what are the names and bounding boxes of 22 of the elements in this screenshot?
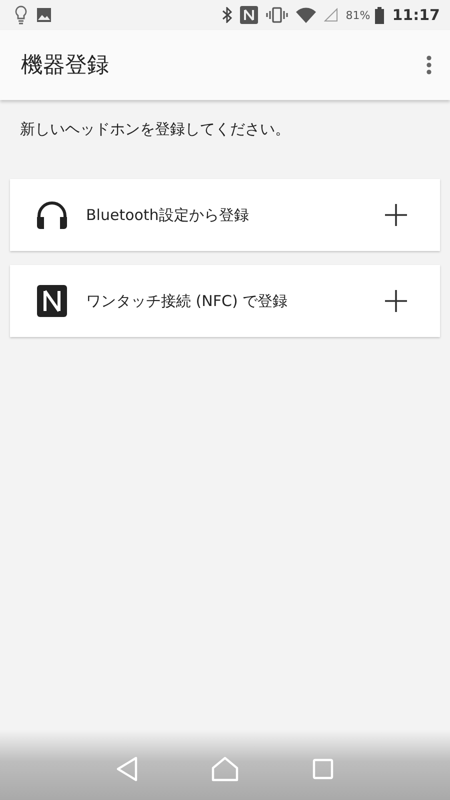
headphones-icon [34, 199, 70, 231]
plus-icon [384, 289, 408, 313]
registration-option[interactable]: Bluetooth設定から登録 [10, 179, 440, 251]
bluetooth-icon [222, 7, 232, 23]
wifi-icon [296, 7, 316, 23]
battery-icon [375, 6, 384, 24]
lightbulb-icon [14, 5, 28, 25]
back-icon[interactable] [116, 756, 138, 782]
vibrate-icon [266, 7, 288, 23]
clock: 11:17 [392, 6, 440, 24]
signal-icon [324, 8, 338, 22]
registration-option[interactable]: ワンタッチ接続 (NFC) で登録 [10, 265, 440, 337]
nfc-icon [34, 284, 70, 318]
more-options-icon[interactable] [426, 55, 432, 75]
plus-icon [384, 203, 408, 227]
instruction-text: 新しいヘッドホンを登録してください。 [20, 120, 291, 139]
nfc-icon [240, 6, 258, 24]
image-icon [36, 7, 52, 23]
battery-level: 81% [346, 8, 370, 22]
screen-title: 機器登録 [21, 52, 109, 80]
home-icon[interactable] [210, 756, 239, 782]
recents-icon[interactable] [312, 758, 334, 780]
